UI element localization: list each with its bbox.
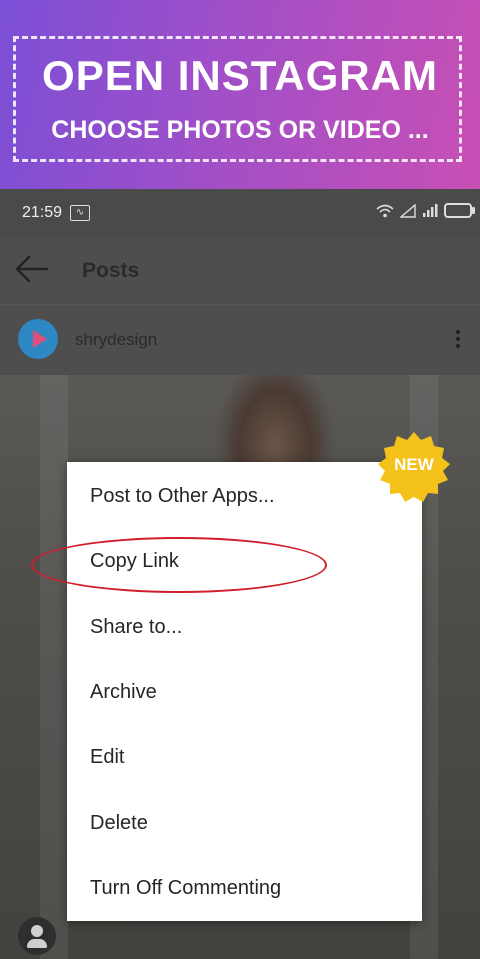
banner-subtitle: CHOOSE PHOTOS OR VIDEO ...: [51, 116, 429, 144]
signal-icon: [423, 203, 438, 217]
app-bar: Posts: [0, 238, 480, 305]
status-bar: 21:59 ∿: [0, 189, 480, 238]
battery-icon: [444, 203, 475, 218]
profile-avatar[interactable]: [18, 319, 58, 359]
status-icons: [376, 203, 475, 218]
activity-icon: ∿: [70, 205, 90, 221]
menu-item-delete[interactable]: Delete: [90, 812, 148, 835]
more-options-icon[interactable]: [451, 327, 465, 353]
menu-item-edit[interactable]: Edit: [90, 746, 124, 769]
status-time: 21:59: [22, 204, 63, 221]
menu-item-turn-off-commenting[interactable]: Turn Off Commenting: [90, 877, 281, 900]
menu-item-post-to-other-apps[interactable]: Post to Other Apps...: [90, 485, 275, 508]
promo-banner: OPEN INSTAGRAM CHOOSE PHOTOS OR VIDEO ..…: [0, 0, 480, 189]
post-header: shrydesign: [0, 305, 480, 375]
wifi-icon: [376, 204, 394, 217]
profile-icon[interactable]: [18, 917, 56, 955]
back-arrow-icon[interactable]: [14, 254, 50, 284]
page-title: Posts: [82, 259, 140, 282]
post-options-menu: Post to Other Apps... Copy Link Share to…: [67, 462, 422, 921]
photo-background: [40, 375, 68, 959]
banner-title: OPEN INSTAGRAM: [42, 52, 438, 99]
username[interactable]: shrydesign: [75, 330, 157, 350]
signal-empty-icon: [400, 203, 416, 218]
copy-link-highlight-ring: [31, 537, 327, 593]
menu-item-share-to[interactable]: Share to...: [90, 616, 182, 639]
menu-item-archive[interactable]: Archive: [90, 681, 157, 704]
new-badge-label: NEW: [394, 455, 434, 474]
